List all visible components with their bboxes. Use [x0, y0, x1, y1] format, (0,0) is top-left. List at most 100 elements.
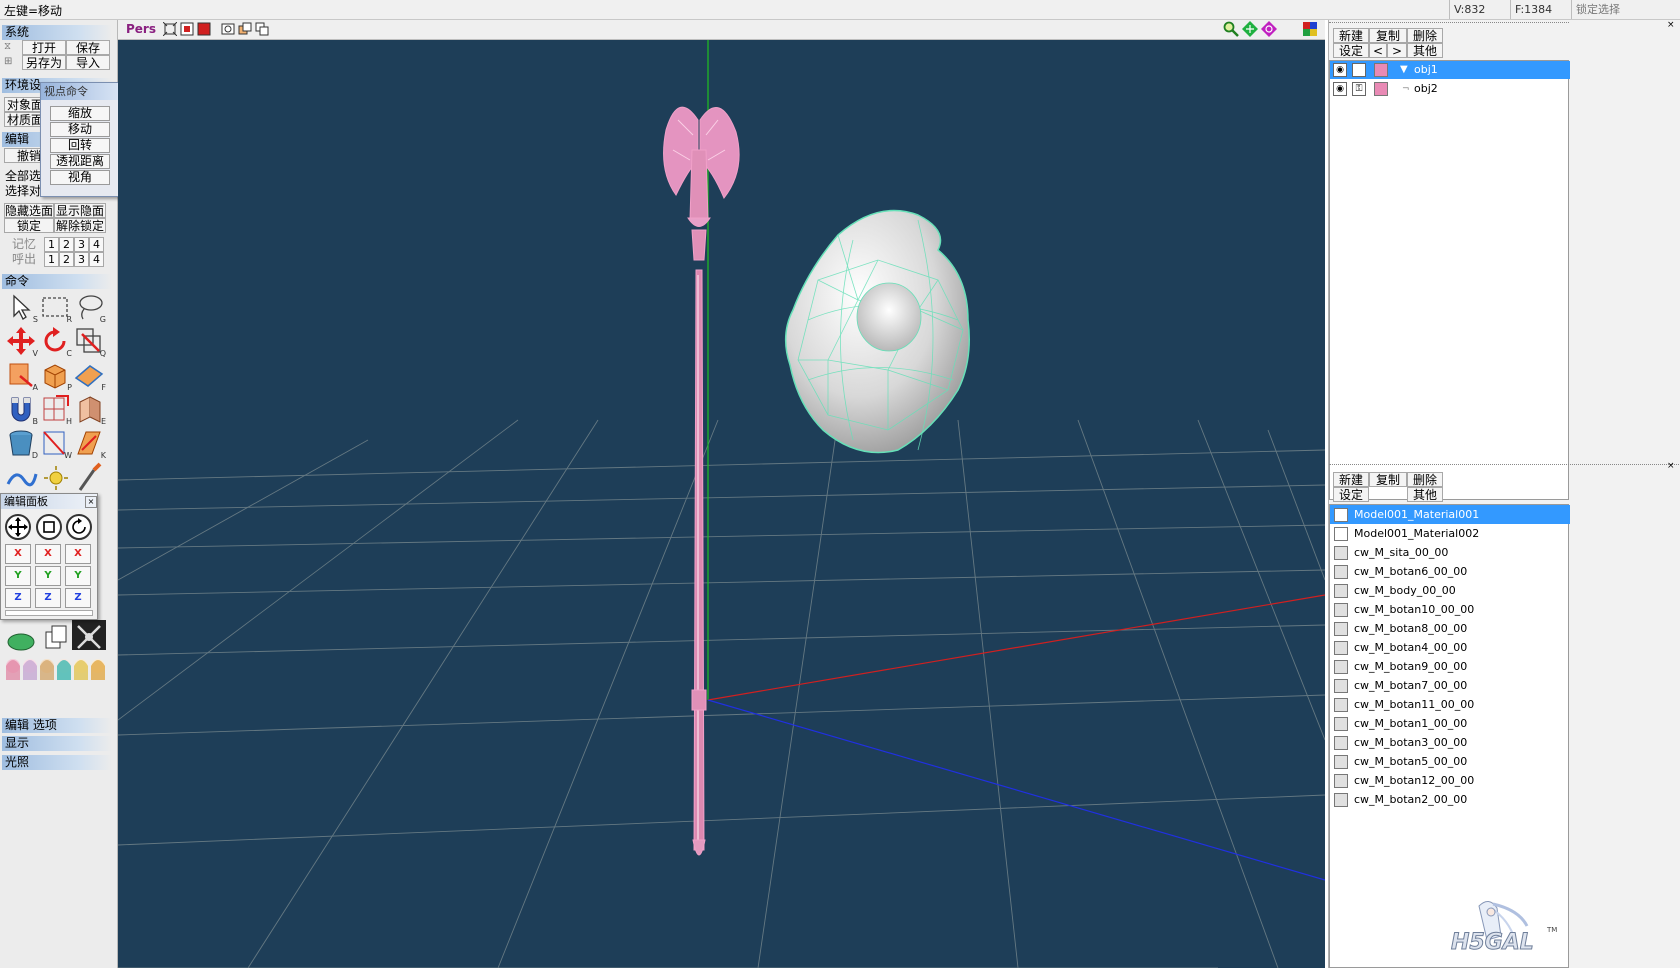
material-swatch[interactable] — [1334, 565, 1348, 579]
material-row[interactable]: cw_M_botan1_00_00 — [1330, 714, 1570, 733]
scale-z-button[interactable]: Z — [35, 588, 61, 608]
scale-mode-button[interactable] — [36, 514, 62, 540]
bone-tool[interactable] — [72, 620, 106, 650]
material-swatch[interactable] — [1334, 603, 1348, 617]
recall-slot-4[interactable]: 4 — [89, 252, 104, 267]
material-row[interactable]: cw_M_botan11_00_00 — [1330, 695, 1570, 714]
material-swatch[interactable] — [1334, 584, 1348, 598]
orbit-icon[interactable] — [1261, 21, 1277, 37]
material-row[interactable]: cw_M_botan7_00_00 — [1330, 676, 1570, 695]
material-row[interactable]: cw_M_botan4_00_00 — [1330, 638, 1570, 657]
material-row[interactable]: cw_M_botan3_00_00 — [1330, 733, 1570, 752]
object-panel-drag-bar[interactable] — [1329, 22, 1569, 25]
panel-splitter[interactable] — [1329, 464, 1680, 468]
import-button[interactable]: 导入 — [66, 55, 110, 70]
smooth-tool[interactable] — [4, 460, 38, 494]
weld-tool[interactable]: W — [38, 426, 72, 460]
rect-select-tool[interactable]: R — [38, 290, 72, 324]
material-row[interactable]: cw_M_sita_00_00 — [1330, 543, 1570, 562]
material-swatch[interactable] — [1334, 546, 1348, 560]
lock-select-label[interactable]: 锁定选择 — [1571, 0, 1680, 19]
rotate-tool[interactable]: C — [38, 324, 72, 358]
save-as-button[interactable]: 另存为 — [22, 55, 66, 70]
character-plugin-strip[interactable] — [3, 654, 107, 684]
section-system[interactable]: 系统 — [2, 25, 112, 40]
memory-slot-4[interactable]: 4 — [89, 237, 104, 252]
move-z-button[interactable]: Z — [5, 588, 31, 608]
material-row[interactable]: Model001_Material001 — [1330, 505, 1570, 524]
lasso-select-tool[interactable]: G — [72, 290, 106, 324]
select-tool[interactable]: S — [4, 290, 38, 324]
rotate-x-button[interactable]: X — [65, 544, 91, 564]
magnet-tool[interactable]: B — [4, 392, 38, 426]
object-delete-button[interactable]: 删除 — [1407, 28, 1443, 43]
rotate-view-button[interactable]: 回转 — [50, 138, 110, 153]
pan-icon[interactable] — [1242, 21, 1258, 37]
edit-value-bar[interactable] — [5, 610, 93, 616]
save-button[interactable]: 保存 — [66, 40, 110, 55]
material-row[interactable]: cw_M_botan6_00_00 — [1330, 562, 1570, 581]
material-swatch[interactable] — [1334, 774, 1348, 788]
unlock-button[interactable]: 解除锁定 — [54, 218, 106, 233]
material-row[interactable]: cw_M_body_00_00 — [1330, 581, 1570, 600]
object-panel-close-icon[interactable]: × — [1667, 20, 1675, 30]
section-edit-options[interactable]: 编辑 选项 — [2, 718, 112, 733]
material-panel-button[interactable]: 材质面 — [4, 112, 44, 127]
morph-tool[interactable] — [4, 620, 38, 651]
object-other-button[interactable]: 其他 — [1407, 43, 1443, 58]
knife-tool[interactable]: H — [38, 392, 72, 426]
memory-slot-1[interactable]: 1 — [44, 237, 59, 252]
material-row[interactable]: cw_M_botan5_00_00 — [1330, 752, 1570, 771]
rotate-mode-button[interactable] — [66, 514, 92, 540]
recall-slot-3[interactable]: 3 — [74, 252, 89, 267]
3d-viewport[interactable] — [118, 20, 1325, 968]
material-delete-button[interactable]: 删除 — [1407, 472, 1443, 487]
section-display[interactable]: 显示 — [2, 736, 112, 751]
zoom-view-button[interactable]: 缩放 — [50, 106, 110, 121]
object-prev-button[interactable]: < — [1369, 43, 1387, 58]
delete-tool[interactable]: D — [4, 426, 38, 460]
memory-slot-2[interactable]: 2 — [59, 237, 74, 252]
object-row-obj1[interactable]: ◉ ▼ obj1 — [1330, 61, 1570, 79]
material-swatch[interactable] — [1334, 508, 1348, 522]
move-tool[interactable]: V — [4, 324, 38, 358]
light-tool[interactable] — [38, 460, 72, 494]
material-swatch[interactable] — [1334, 641, 1348, 655]
object-color-swatch[interactable] — [1374, 63, 1388, 77]
material-swatch[interactable] — [1334, 660, 1348, 674]
layers-icon[interactable] — [238, 22, 252, 36]
lock-icon[interactable]: ⚿ — [1352, 82, 1366, 96]
material-swatch[interactable] — [1334, 755, 1348, 769]
material-swatch[interactable] — [1334, 622, 1348, 636]
hide-faces-button[interactable]: 隐藏选面 — [4, 203, 54, 218]
material-swatch[interactable] — [1334, 698, 1348, 712]
scale-x-button[interactable]: X — [35, 544, 61, 564]
object-new-button[interactable]: 新建 — [1333, 28, 1369, 43]
rotate-y-button[interactable]: Y — [65, 566, 91, 586]
object-next-button[interactable]: > — [1387, 43, 1407, 58]
material-row[interactable]: Model001_Material002 — [1330, 524, 1570, 543]
visibility-eye-icon[interactable]: ◉ — [1333, 82, 1347, 96]
select-object-button[interactable]: 选择对 — [5, 182, 41, 199]
camera-icon[interactable] — [221, 22, 235, 36]
view-mode-label[interactable]: Pers — [126, 22, 156, 36]
fit-view-icon[interactable] — [162, 21, 178, 37]
object-color-swatch[interactable] — [1374, 82, 1388, 96]
zoom-icon[interactable] — [1223, 21, 1239, 37]
material-swatch[interactable] — [1334, 527, 1348, 541]
undo-button[interactable]: 撤销 — [4, 148, 44, 163]
material-other-button[interactable]: 其他 — [1407, 487, 1443, 502]
scale-y-button[interactable]: Y — [35, 566, 61, 586]
recall-slot-2[interactable]: 2 — [59, 252, 74, 267]
view-angle-button[interactable]: 视角 — [50, 170, 110, 185]
paint-tool[interactable] — [72, 460, 106, 494]
material-swatch[interactable] — [1334, 793, 1348, 807]
copy-view-icon[interactable] — [255, 22, 269, 36]
material-row[interactable]: cw_M_botan8_00_00 — [1330, 619, 1570, 638]
material-row[interactable]: cw_M_botan2_00_00 — [1330, 790, 1570, 809]
material-row[interactable]: cw_M_botan12_00_00 — [1330, 771, 1570, 790]
close-icon[interactable]: × — [85, 496, 97, 508]
material-row[interactable]: cw_M_botan9_00_00 — [1330, 657, 1570, 676]
plane-tool[interactable]: F — [72, 358, 106, 392]
move-mode-button[interactable] — [5, 514, 31, 540]
